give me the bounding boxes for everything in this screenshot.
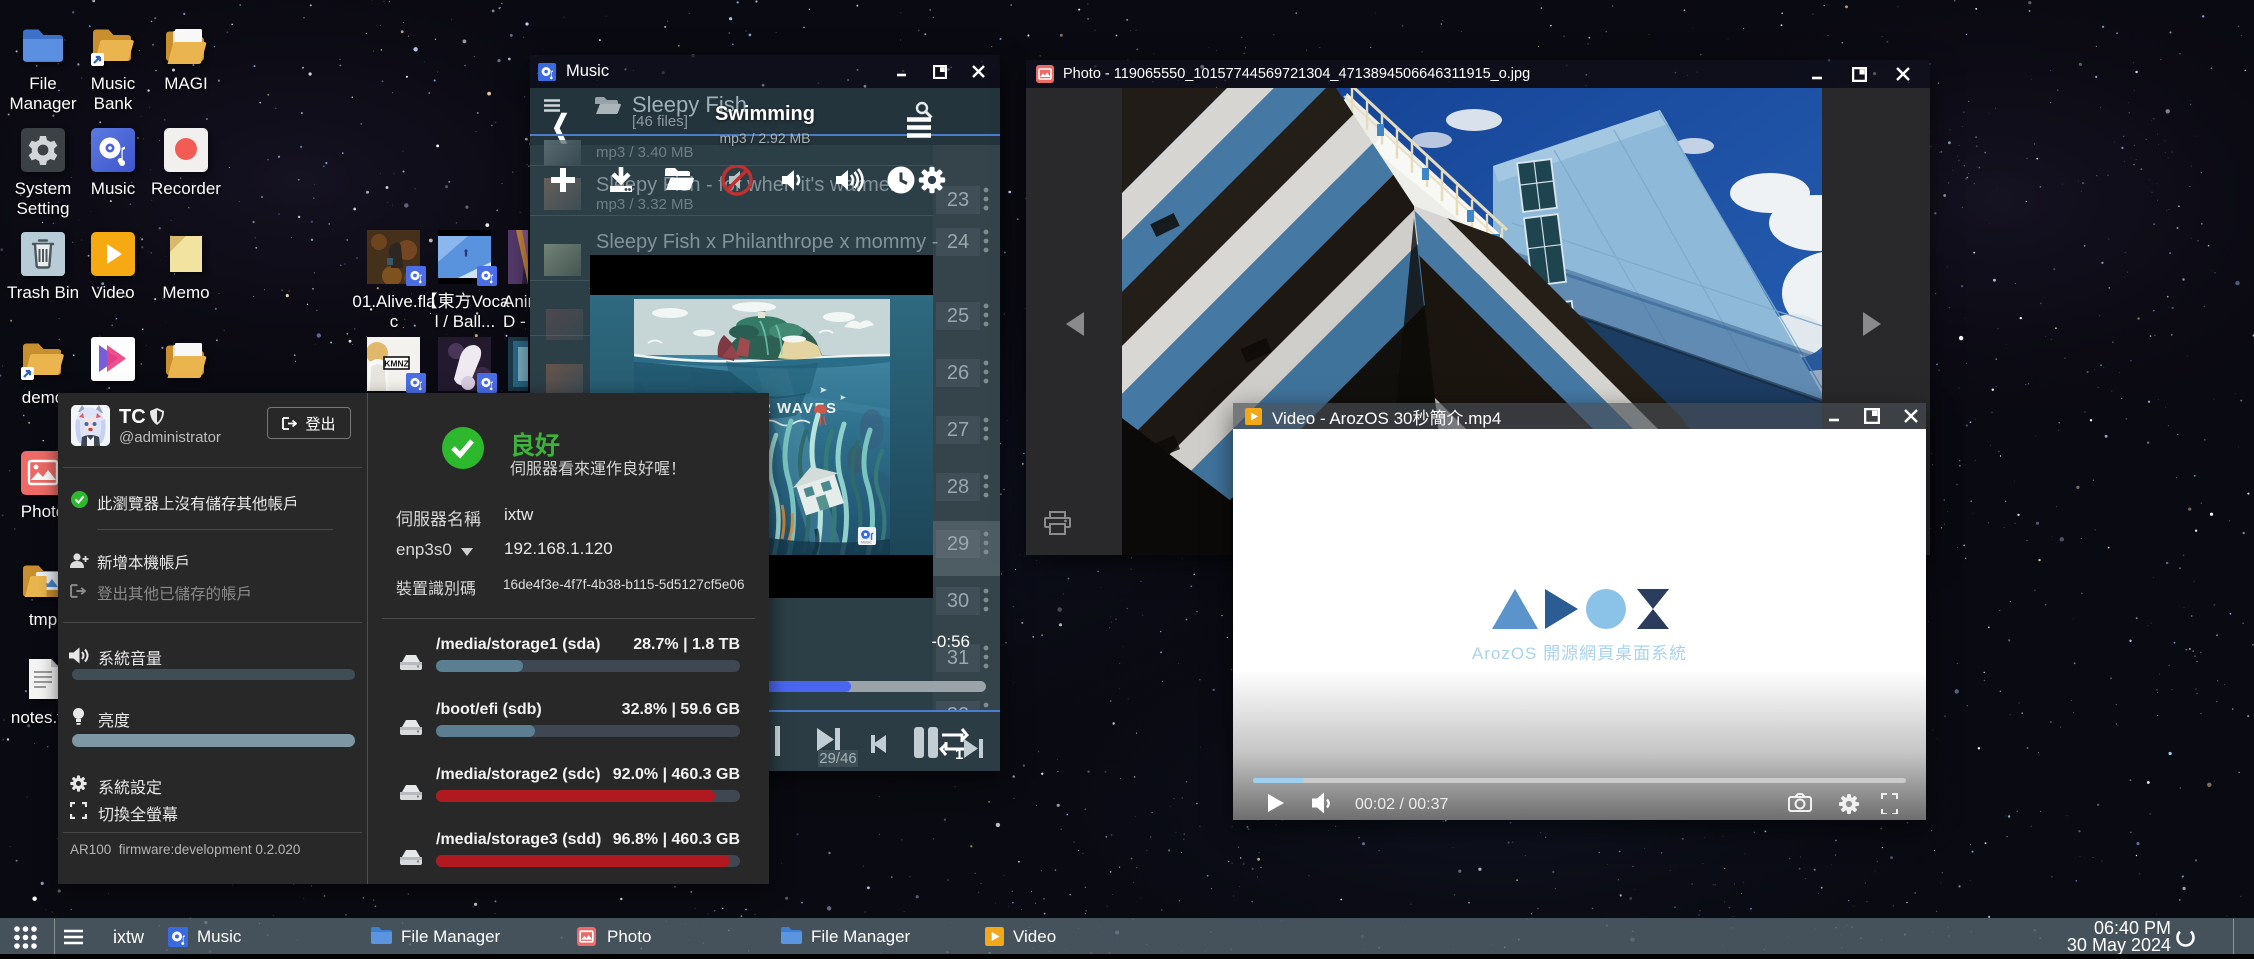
svg-text:MUSIC: MUSIC: [861, 541, 872, 545]
svg-text:WAVES: WAVES: [777, 400, 838, 417]
svg-text:KMNZ: KMNZ: [384, 359, 409, 369]
